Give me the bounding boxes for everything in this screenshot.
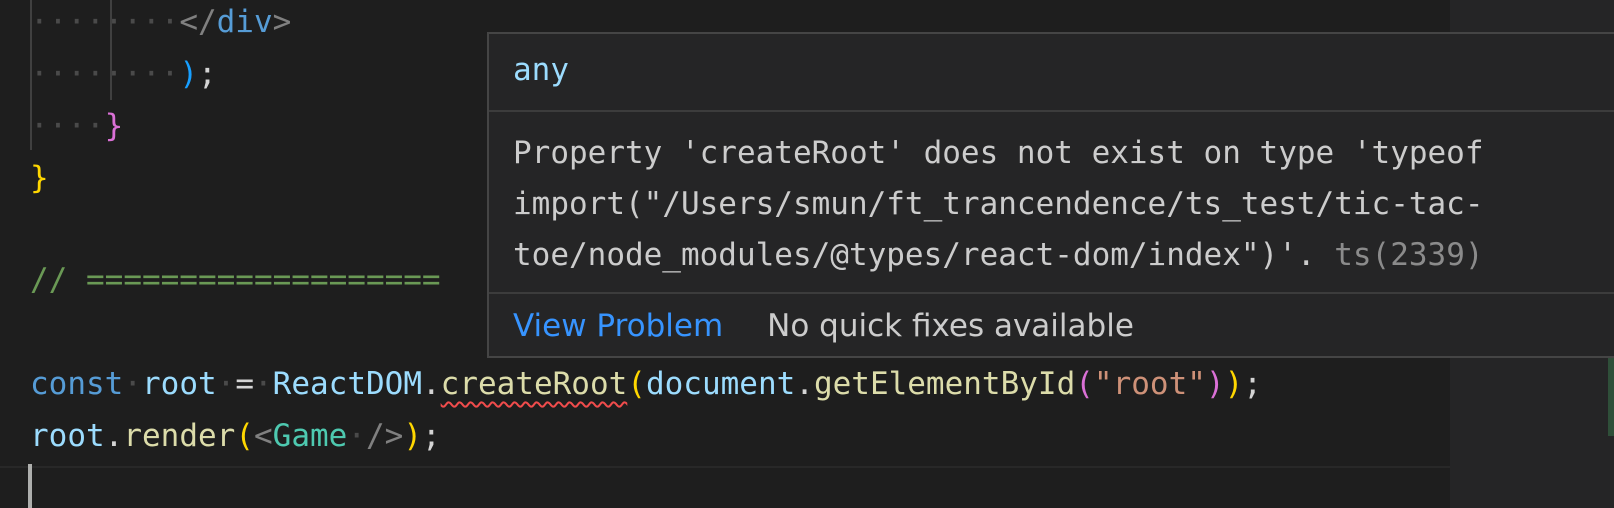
minimap-change-marker <box>1608 350 1614 436</box>
view-problem-link[interactable]: View Problem <box>513 308 723 344</box>
code-line-7: root.render(<Game·/>); <box>30 418 441 454</box>
code-line-3: ····} <box>30 108 124 144</box>
hover-error-message: Property 'createRoot' does not exist on … <box>513 135 1484 273</box>
code-line-1: ········</div> <box>30 4 292 40</box>
code-line-4: } <box>30 160 49 196</box>
text-cursor <box>28 464 32 508</box>
no-quick-fixes-label: No quick fixes available <box>767 308 1134 344</box>
error-squiggle-createRoot[interactable]: createRoot <box>441 366 628 402</box>
code-line-5: // =================== <box>30 262 441 298</box>
code-line-2: ········); <box>30 56 217 92</box>
hover-status-bar: View Problem No quick fixes available <box>513 300 1134 352</box>
current-line-highlight <box>0 466 1450 508</box>
hover-widget: any Property 'createRoot' does not exist… <box>487 32 1614 358</box>
code-line-6: const·root·=·ReactDOM.createRoot(documen… <box>30 366 1262 402</box>
hover-type-signature: any <box>513 52 569 88</box>
hover-divider <box>489 110 1614 112</box>
error-code: ts(2339) <box>1334 237 1484 273</box>
hover-divider <box>489 292 1614 294</box>
